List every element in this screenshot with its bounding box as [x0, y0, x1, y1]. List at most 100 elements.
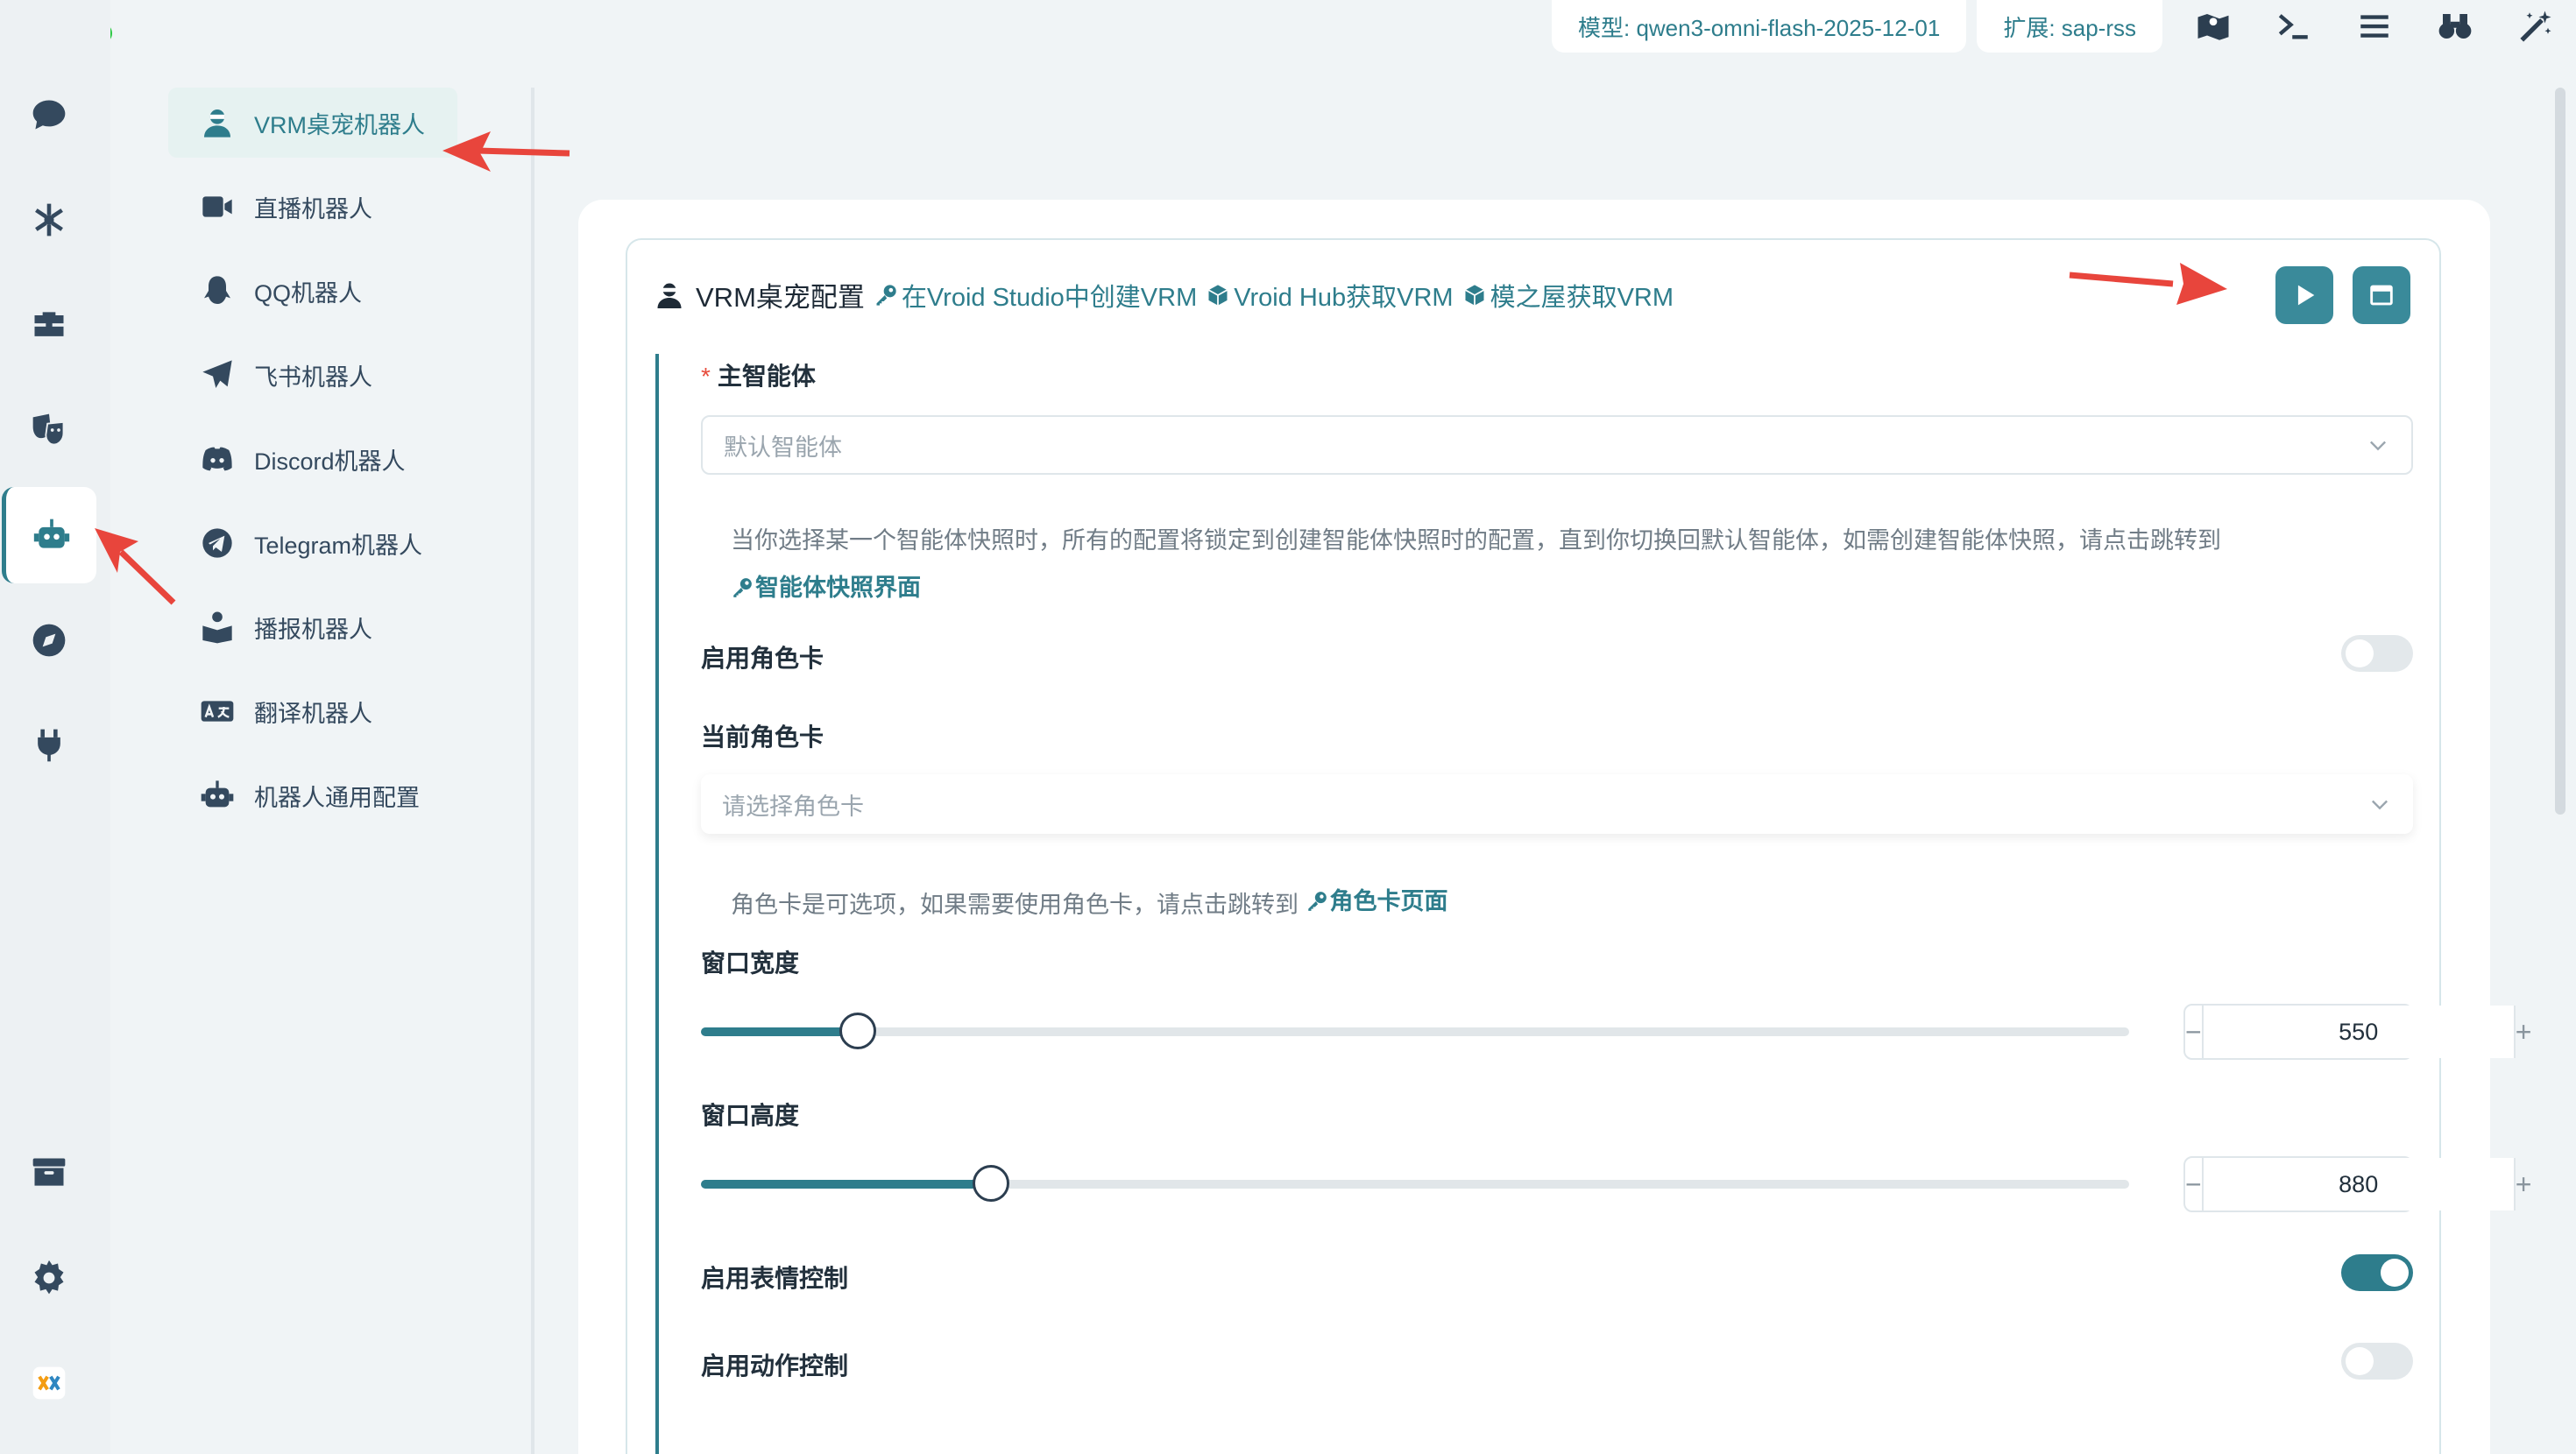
current-card-label: 当前角色卡 — [701, 723, 824, 751]
submenu-qq[interactable]: QQ机器人 — [168, 256, 536, 326]
robot-icon — [201, 780, 234, 808]
motion-control-label: 启用动作控制 — [701, 1352, 849, 1380]
extension-badge[interactable]: 扩展: sap-rss — [1977, 0, 2162, 53]
theater-masks-icon — [32, 413, 65, 446]
reader-icon — [202, 611, 232, 644]
robot-icon — [33, 519, 69, 548]
vroid-studio-link[interactable]: 在Vroid Studio中创建VRM — [874, 277, 1197, 314]
mozhiwu-link[interactable]: 模之屋获取VRM — [1462, 277, 1674, 314]
chevron-down-icon — [2370, 441, 2386, 451]
enable-card-label: 启用角色卡 — [701, 645, 824, 672]
user-ninja-icon — [657, 283, 682, 308]
submenu-broadcast[interactable]: 播报机器人 — [168, 592, 536, 662]
rail-plug[interactable] — [2, 697, 96, 794]
rail-network[interactable] — [2, 172, 96, 268]
link-label: Vroid Hub获取VRM — [1234, 283, 1454, 312]
window-height-label: 窗口高度 — [701, 1102, 800, 1129]
key-icon — [1307, 892, 1327, 911]
expression-control-toggle[interactable] — [2341, 1254, 2413, 1291]
terminal-icon — [2278, 14, 2308, 39]
robot-submenu: VRM桌宠机器人 直播机器人 QQ机器人 飞书机器人 Discord机器人 Te… — [168, 88, 536, 844]
main-agent-select[interactable]: 默认智能体 — [701, 415, 2413, 475]
card-header: VRM桌宠配置 在Vroid Studio中创建VRM Vroid Hub获取V… — [654, 275, 1674, 314]
submenu-general[interactable]: 机器人通用配置 — [168, 760, 536, 830]
submenu-feishu[interactable]: 飞书机器人 — [168, 340, 536, 410]
video-icon — [202, 196, 232, 217]
slider-handle[interactable] — [972, 1165, 1009, 1202]
slider-handle[interactable] — [839, 1013, 877, 1049]
rail-chat[interactable] — [2, 67, 96, 163]
cube-icon — [1464, 284, 1484, 306]
decrement-button[interactable]: − — [2185, 1016, 2202, 1048]
rail-toolbox[interactable] — [2, 277, 96, 373]
magic-wand-icon — [2520, 11, 2551, 42]
compass-icon — [32, 624, 66, 657]
link-label: 在Vroid Studio中创建VRM — [901, 283, 1198, 312]
card-hint: 角色卡是可选项，如果需要使用角色卡，请点击跳转到 角色卡页面 — [731, 878, 2396, 928]
select-value: 默认智能体 — [724, 434, 842, 461]
menu-button[interactable] — [2334, 0, 2415, 53]
rail-settings[interactable] — [2, 1230, 96, 1326]
map-button[interactable] — [2173, 0, 2254, 53]
enable-card-toggle[interactable] — [2341, 635, 2413, 672]
submenu-label: 飞书机器人 — [254, 364, 372, 391]
user-ninja-icon — [204, 109, 230, 138]
submenu-translate[interactable]: 翻译机器人 — [168, 676, 536, 746]
rail-robot[interactable] — [2, 487, 96, 583]
window-height-slider[interactable] — [701, 1165, 2129, 1202]
motion-control-toggle[interactable] — [2341, 1343, 2413, 1380]
window-width-slider[interactable] — [701, 1013, 2129, 1049]
main-agent-label: * 主智能体 — [701, 363, 816, 390]
submenu-label: 播报机器人 — [254, 616, 372, 643]
logo-icon — [32, 1366, 66, 1400]
link-label: 模之屋获取VRM — [1490, 283, 1674, 312]
role-card-page-link[interactable]: 角色卡页面 — [1306, 878, 1448, 925]
increment-button[interactable]: + — [2516, 1016, 2532, 1048]
chevron-down-icon — [2372, 800, 2388, 810]
archive-icon — [32, 1158, 66, 1186]
rail-logo[interactable] — [2, 1335, 96, 1431]
submenu-discord[interactable]: Discord机器人 — [168, 424, 536, 494]
window-width-stepper: − + — [2183, 1004, 2531, 1060]
start-button[interactable] — [2275, 266, 2333, 324]
discord-icon — [202, 447, 232, 471]
main-agent-hint: 当你选择某一个智能体快照时，所有的配置将锁定到创建智能体快照时的配置，直到你切换… — [731, 517, 2396, 615]
rail-archive[interactable] — [2, 1125, 96, 1221]
vroid-hub-link[interactable]: Vroid Hub获取VRM — [1206, 277, 1454, 314]
submenu-label: VRM桌宠机器人 — [254, 111, 425, 138]
decrement-button[interactable]: − — [2185, 1168, 2202, 1201]
rail-masks[interactable] — [2, 382, 96, 478]
sidebar-divider — [531, 88, 534, 1454]
play-icon — [2297, 285, 2315, 306]
increment-button[interactable]: + — [2516, 1168, 2532, 1201]
agent-snapshot-link[interactable]: 智能体快照界面 — [731, 564, 921, 611]
window-width-label: 窗口宽度 — [701, 949, 800, 977]
submenu-telegram[interactable]: Telegram机器人 — [168, 508, 536, 578]
model-badge[interactable]: 模型: qwen3-omni-flash-2025-12-01 — [1552, 0, 1967, 53]
submenu-label: QQ机器人 — [254, 279, 363, 307]
window-height-input[interactable] — [2201, 1158, 2516, 1210]
plug-icon — [38, 729, 60, 762]
scrollbar[interactable] — [2555, 88, 2565, 815]
terminal-button[interactable] — [2254, 0, 2334, 53]
submenu-live[interactable]: 直播机器人 — [168, 172, 536, 242]
telegram-icon — [202, 528, 232, 558]
window-icon — [2370, 285, 2393, 306]
binoculars-button[interactable] — [2415, 0, 2495, 53]
card-title: VRM桌宠配置 — [696, 282, 865, 313]
slider-fill — [701, 1027, 859, 1036]
arrow-annotation — [118, 549, 176, 605]
rail-compass[interactable] — [2, 592, 96, 688]
key-icon — [733, 578, 752, 597]
chat-icon — [32, 100, 66, 130]
menu-icon — [2360, 15, 2388, 38]
magic-button[interactable] — [2495, 0, 2576, 53]
window-height-stepper: − + — [2183, 1156, 2531, 1212]
select-placeholder: 请选择角色卡 — [722, 793, 864, 820]
window-button[interactable] — [2353, 266, 2410, 324]
network-icon — [35, 203, 63, 236]
submenu-vrm[interactable]: VRM桌宠机器人 — [168, 88, 457, 158]
gear-icon — [34, 1260, 64, 1295]
current-card-select[interactable]: 请选择角色卡 — [701, 774, 2413, 834]
window-width-input[interactable] — [2201, 1006, 2516, 1058]
